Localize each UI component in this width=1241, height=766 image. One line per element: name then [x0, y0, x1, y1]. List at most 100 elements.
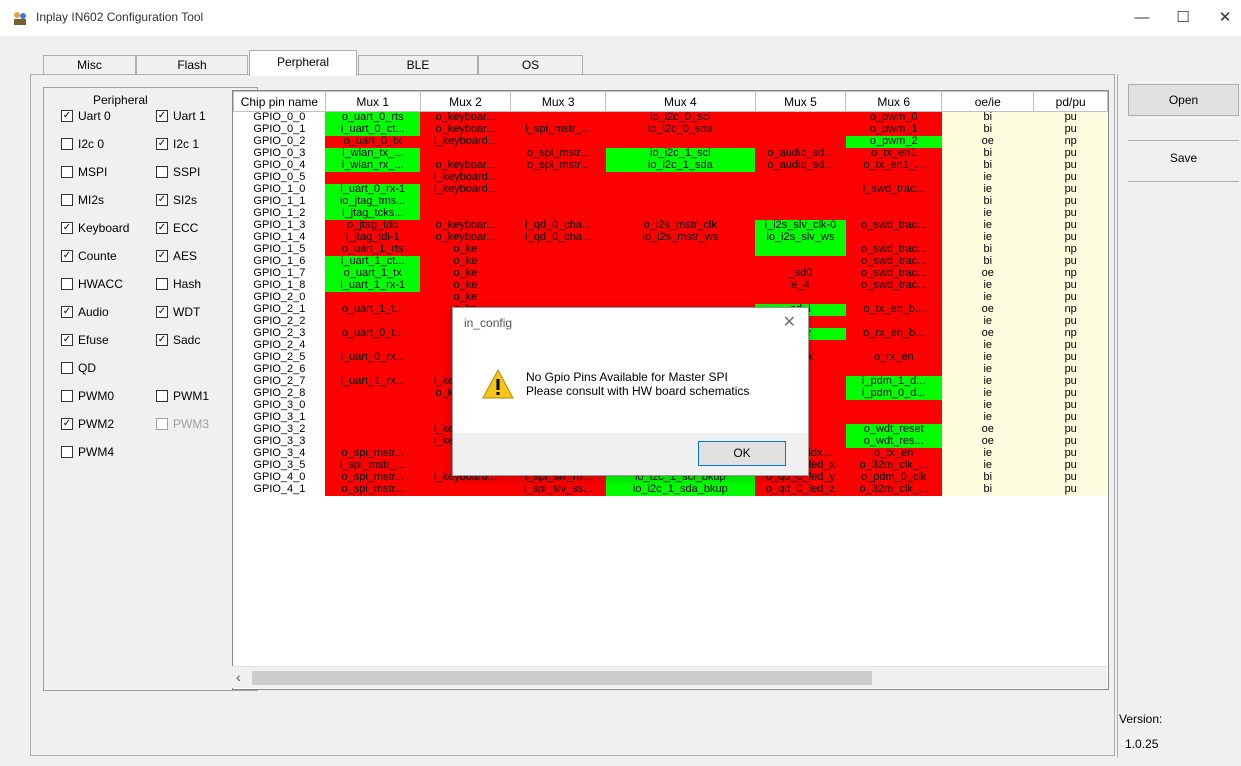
- pd-pu-cell[interactable]: pu: [1033, 279, 1108, 292]
- pin-name-cell[interactable]: GPIO_3_4: [233, 447, 326, 460]
- mux-cell[interactable]: [605, 207, 756, 220]
- mux-cell[interactable]: [845, 339, 942, 352]
- checkbox-box[interactable]: [156, 278, 168, 290]
- pd-pu-cell[interactable]: np: [1033, 267, 1108, 280]
- checkbox-box[interactable]: [61, 166, 73, 178]
- checkmark-icon[interactable]: ✓: [156, 306, 168, 318]
- mux-cell[interactable]: [605, 171, 756, 184]
- table-row[interactable]: GPIO_0_0 o_uart_0_rts o_keyboar... io_i2c_0…: [233, 111, 1108, 124]
- mux-cell[interactable]: o_ke: [420, 267, 511, 280]
- checkbox-box[interactable]: [156, 166, 168, 178]
- mux-cell[interactable]: o_pwm_1: [845, 123, 942, 136]
- table-row[interactable]: GPIO_1_0 i_uart_0_rx-1 i_keyboard... i_swd_…: [233, 183, 1108, 196]
- mux-cell[interactable]: [605, 291, 756, 304]
- mux-cell[interactable]: [845, 195, 942, 208]
- mux-cell[interactable]: [510, 195, 606, 208]
- mux-cell[interactable]: i_keyboard...: [420, 171, 511, 184]
- mux-cell[interactable]: [845, 231, 942, 244]
- mux-cell[interactable]: io_i2c_1_sda_bkup: [605, 483, 756, 496]
- pd-pu-cell[interactable]: pu: [1033, 171, 1108, 184]
- column-header[interactable]: Chip pin name: [233, 91, 326, 112]
- oe-ie-cell[interactable]: bi: [941, 243, 1034, 256]
- checkmark-icon[interactable]: ✓: [61, 306, 73, 318]
- mux-cell[interactable]: [755, 135, 846, 148]
- mux-cell[interactable]: o_32m_clk_...: [845, 483, 942, 496]
- mux-cell[interactable]: o_rx_en_b...: [845, 327, 942, 340]
- mux-cell[interactable]: o_uart_0_t...: [325, 327, 421, 340]
- pin-name-cell[interactable]: GPIO_1_3: [233, 219, 326, 232]
- pin-name-cell[interactable]: GPIO_2_5: [233, 351, 326, 364]
- mux-cell[interactable]: i_pdm_1_d...: [845, 375, 942, 388]
- pd-pu-cell[interactable]: pu: [1033, 411, 1108, 424]
- pd-pu-cell[interactable]: pu: [1033, 435, 1108, 448]
- mux-cell[interactable]: i_uart_1_rx-1: [325, 279, 421, 292]
- mux-cell[interactable]: o_spi_mstr...: [325, 483, 421, 496]
- pin-name-cell[interactable]: GPIO_2_0: [233, 291, 326, 304]
- tab-os[interactable]: OS: [478, 55, 583, 76]
- pd-pu-cell[interactable]: pu: [1033, 375, 1108, 388]
- pin-name-cell[interactable]: GPIO_2_6: [233, 363, 326, 376]
- oe-ie-cell[interactable]: bi: [941, 159, 1034, 172]
- pin-name-cell[interactable]: GPIO_1_6: [233, 255, 326, 268]
- pin-name-cell[interactable]: GPIO_2_1: [233, 303, 326, 316]
- table-row[interactable]: GPIO_1_7 o_uart_1_tx o_ke _sd0 o_swd_trac...…: [233, 267, 1108, 280]
- mux-cell[interactable]: [510, 255, 606, 268]
- mux-cell[interactable]: i_wlan_rx_...: [325, 159, 421, 172]
- pin-name-cell[interactable]: GPIO_1_7: [233, 267, 326, 280]
- pd-pu-cell[interactable]: pu: [1033, 471, 1108, 484]
- mux-cell[interactable]: o_swd_trac...: [845, 219, 942, 232]
- mux-cell[interactable]: [325, 423, 421, 436]
- pd-pu-cell[interactable]: pu: [1033, 399, 1108, 412]
- mux-cell[interactable]: [325, 171, 421, 184]
- pd-pu-cell[interactable]: pu: [1033, 351, 1108, 364]
- pin-name-cell[interactable]: GPIO_3_5: [233, 459, 326, 472]
- mux-cell[interactable]: o_keyboar...: [420, 111, 511, 124]
- oe-ie-cell[interactable]: oe: [941, 267, 1034, 280]
- mux-cell[interactable]: o_uart_1_tx: [325, 267, 421, 280]
- mux-cell[interactable]: [755, 207, 846, 220]
- mux-cell[interactable]: [755, 243, 846, 256]
- mux-cell[interactable]: io_i2c_1_sda: [605, 159, 756, 172]
- oe-ie-cell[interactable]: ie: [941, 363, 1034, 376]
- tab-flash[interactable]: Flash: [136, 55, 248, 76]
- table-row[interactable]: GPIO_1_3 o_jtag_tdo o_keyboar... i_qd_0_cha…: [233, 219, 1108, 232]
- pd-pu-cell[interactable]: pu: [1033, 423, 1108, 436]
- checkbox-box[interactable]: [61, 446, 73, 458]
- mux-cell[interactable]: [510, 267, 606, 280]
- minimize-button[interactable]: —: [1130, 8, 1154, 28]
- mux-cell[interactable]: o_wdt_res...: [845, 435, 942, 448]
- mux-cell[interactable]: [755, 111, 846, 124]
- mux-cell[interactable]: o_tx_en1_...: [845, 159, 942, 172]
- mux-cell[interactable]: io_i2s_slv_ws: [755, 231, 846, 244]
- checkmark-icon[interactable]: ✓: [156, 194, 168, 206]
- mux-cell[interactable]: o_qd_0_led_z: [755, 483, 846, 496]
- scrollbar-thumb[interactable]: [252, 671, 872, 685]
- mux-cell[interactable]: i_uart_0_ct...: [325, 123, 421, 136]
- mux-cell[interactable]: i_jtag_tdi-1: [325, 231, 421, 244]
- table-row[interactable]: GPIO_0_1 i_uart_0_ct... o_keyboar... i_spi_…: [233, 123, 1108, 136]
- mux-cell[interactable]: i_uart_0_rx-1: [325, 183, 421, 196]
- mux-cell[interactable]: [510, 291, 606, 304]
- pin-name-cell[interactable]: GPIO_1_0: [233, 183, 326, 196]
- pin-name-cell[interactable]: GPIO_2_3: [233, 327, 326, 340]
- mux-cell[interactable]: o_tx_en1: [845, 147, 942, 160]
- mux-cell[interactable]: o_tx_en_b...: [845, 303, 942, 316]
- mux-cell[interactable]: [510, 183, 606, 196]
- mux-cell[interactable]: o_32m_clk_...: [845, 459, 942, 472]
- mux-cell[interactable]: o_swd_trac...: [845, 243, 942, 256]
- pd-pu-cell[interactable]: pu: [1033, 255, 1108, 268]
- column-header[interactable]: Mux 5: [754, 91, 847, 112]
- oe-ie-cell[interactable]: ie: [941, 459, 1034, 472]
- mux-cell[interactable]: o_pwm_2: [845, 135, 942, 148]
- mux-cell[interactable]: i_spi_slv_ss...: [510, 483, 606, 496]
- oe-ie-cell[interactable]: ie: [941, 183, 1034, 196]
- checkbox-box[interactable]: [61, 194, 73, 206]
- mux-cell[interactable]: [420, 195, 511, 208]
- mux-cell[interactable]: o_keyboar...: [420, 123, 511, 136]
- pin-name-cell[interactable]: GPIO_4_1: [233, 483, 326, 496]
- mux-cell[interactable]: i_spi_mstr_...: [510, 123, 606, 136]
- mux-cell[interactable]: o_pwm_0: [845, 111, 942, 124]
- oe-ie-cell[interactable]: ie: [941, 279, 1034, 292]
- pd-pu-cell[interactable]: pu: [1033, 207, 1108, 220]
- oe-ie-cell[interactable]: oe: [941, 435, 1034, 448]
